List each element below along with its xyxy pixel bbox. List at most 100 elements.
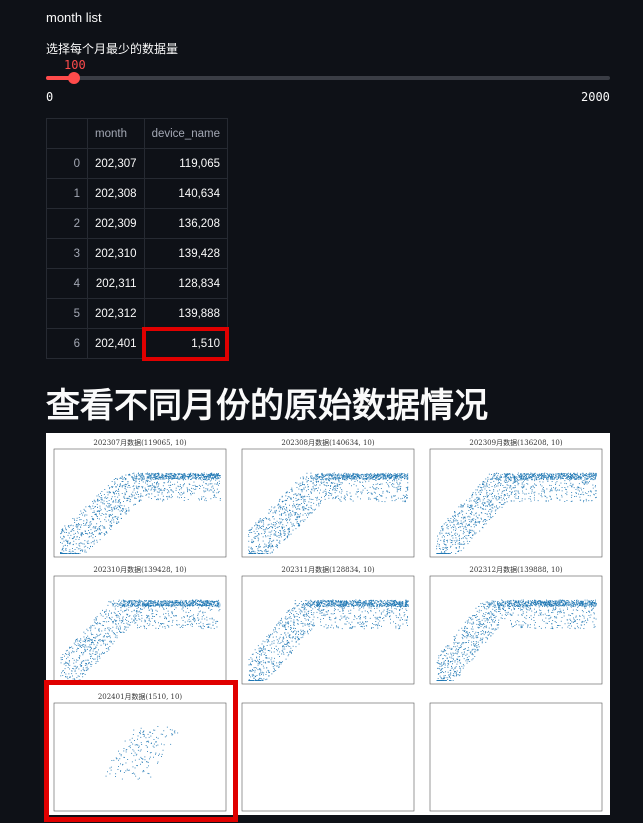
- scatter-point: [165, 473, 167, 475]
- slider-thumb[interactable]: [68, 72, 81, 84]
- scatter-point: [393, 495, 395, 497]
- scatter-point: [543, 477, 544, 479]
- scatter-point: [88, 530, 89, 531]
- scatter-point: [335, 487, 337, 489]
- scatter-point: [136, 493, 138, 495]
- scatter-point: [440, 552, 442, 554]
- scatter-point: [438, 545, 440, 547]
- scatter-point: [72, 544, 74, 546]
- scatter-point: [202, 623, 204, 625]
- scatter-point: [311, 480, 312, 482]
- scatter-point: [199, 477, 201, 478]
- scatter-point: [447, 539, 448, 541]
- scatter-point: [93, 499, 95, 501]
- scatter-point: [492, 503, 494, 505]
- scatter-point: [106, 491, 108, 493]
- scatter-point: [506, 498, 507, 500]
- scatter-point: [150, 489, 152, 491]
- scatter-point: [149, 620, 151, 622]
- scatter-point: [555, 487, 557, 489]
- scatter-point: [102, 653, 104, 654]
- scatter-point: [207, 476, 209, 478]
- scatter-point: [273, 518, 275, 520]
- scatter-point: [374, 497, 376, 499]
- scatter-point: [469, 513, 471, 515]
- scatter-point: [62, 528, 64, 530]
- scatter-point: [264, 546, 266, 548]
- scatter-point: [469, 537, 471, 538]
- scatter-point: [290, 533, 292, 535]
- scatter-point: [130, 493, 132, 495]
- scatter-point: [149, 493, 150, 495]
- scatter-point: [393, 486, 395, 488]
- slider-track[interactable]: [46, 72, 610, 84]
- scatter-point: [336, 496, 337, 498]
- scatter-point: [513, 487, 515, 489]
- scatter-point: [191, 615, 193, 617]
- scatter-point: [255, 546, 257, 547]
- scatter-point: [260, 521, 262, 523]
- scatter-point: [468, 530, 470, 532]
- scatter-point: [101, 525, 103, 527]
- scatter-point: [447, 547, 448, 548]
- scatter-point: [292, 506, 294, 508]
- scatter-point: [317, 473, 319, 475]
- scatter-point: [280, 522, 282, 524]
- scatter-point: [370, 478, 372, 480]
- scatter-point: [118, 490, 120, 492]
- scatter-point: [343, 498, 345, 500]
- device-name-header[interactable]: device_name: [143, 118, 228, 149]
- scatter-point: [350, 478, 351, 479]
- scatter-point: [329, 474, 331, 476]
- scatter-point: [137, 478, 139, 480]
- scatter-point: [106, 510, 108, 512]
- scatter-point: [506, 501, 508, 503]
- scatter-point: [251, 541, 252, 543]
- scatter-point: [72, 658, 74, 659]
- scatter-point: [452, 521, 454, 523]
- scatter-point: [79, 664, 81, 666]
- scatter-point: [125, 513, 127, 515]
- scatter-point: [404, 499, 406, 501]
- scatter-point: [141, 477, 143, 479]
- scatter-point: [92, 518, 93, 520]
- scatter-point: [73, 659, 75, 661]
- scatter-point: [375, 483, 377, 485]
- scatter-point: [463, 547, 465, 549]
- scatter-point: [191, 604, 193, 606]
- scatter-point: [196, 477, 198, 478]
- scatter-point: [357, 474, 359, 476]
- scatter-point: [203, 487, 205, 489]
- scatter-point: [546, 479, 548, 481]
- subplot-frame: [429, 448, 603, 558]
- month-header[interactable]: month: [87, 118, 145, 149]
- table-row: 3 202,310 139,428: [46, 238, 228, 269]
- scatter-point: [583, 476, 584, 477]
- scatter-point: [194, 475, 196, 477]
- scatter-point: [103, 526, 105, 527]
- scatter-point: [63, 530, 65, 532]
- scatter-point: [555, 490, 557, 492]
- scatter-point: [304, 486, 306, 488]
- scatter-point: [514, 479, 516, 481]
- scatter-point: [72, 668, 74, 669]
- scatter-point: [156, 499, 158, 501]
- scatter-point: [349, 473, 351, 475]
- scatter-point: [312, 482, 314, 484]
- scatter-point: [93, 637, 95, 638]
- scatter-point: [273, 530, 275, 531]
- scatter-point: [562, 475, 564, 476]
- scatter-point: [460, 522, 462, 524]
- scatter-point: [156, 482, 158, 483]
- scatter-point: [517, 482, 519, 484]
- month-table[interactable]: month device_name 0 202,307 119,065 1 202,3…: [46, 118, 230, 361]
- scatter-point: [133, 619, 134, 621]
- scatter-point: [287, 496, 289, 498]
- scatter-point: [446, 527, 448, 529]
- scatter-point: [248, 530, 250, 531]
- scatter-point: [565, 493, 567, 494]
- scatter-point: [514, 490, 516, 492]
- scatter-point: [465, 525, 466, 527]
- scatter-point: [211, 489, 213, 491]
- scatter-point: [560, 476, 562, 478]
